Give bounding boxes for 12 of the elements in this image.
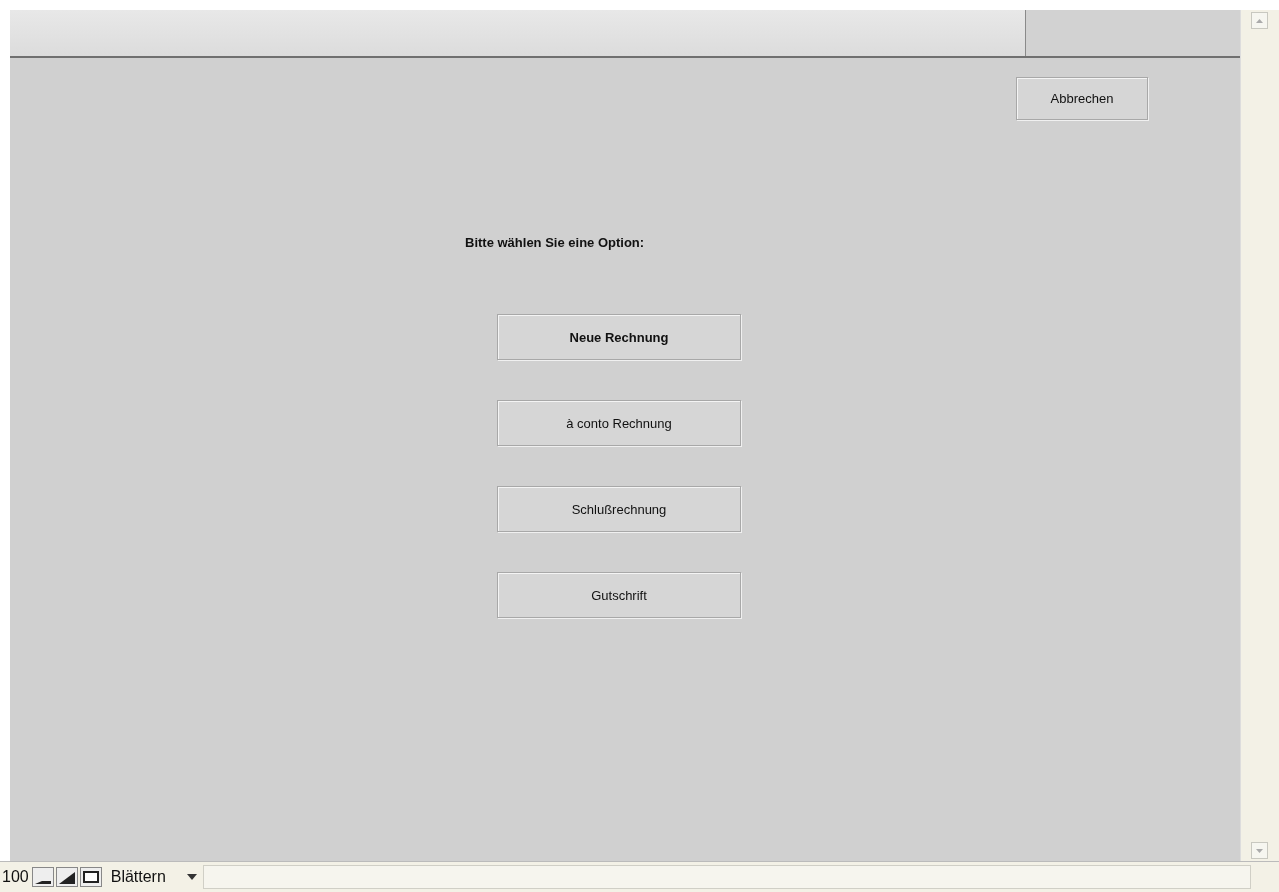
cancel-button[interactable]: Abbrechen (1016, 77, 1148, 120)
option-button[interactable]: à conto Rechnung (497, 400, 741, 446)
page-icon[interactable] (79, 867, 102, 887)
option-button[interactable]: Gutschrift (497, 572, 741, 618)
prompt-text: Bitte wählen Sie eine Option: (465, 235, 645, 250)
zoom-level: 100 (1, 868, 30, 886)
mode-dropdown[interactable]: Blättern (110, 868, 181, 886)
dropdown-arrow-icon[interactable] (186, 872, 197, 882)
option-button[interactable]: Schlußrechnung (497, 486, 741, 532)
horizontal-scrollbar[interactable] (202, 865, 1251, 889)
option-button[interactable]: Neue Rechnung (497, 314, 741, 360)
slope-icon[interactable] (55, 867, 78, 887)
